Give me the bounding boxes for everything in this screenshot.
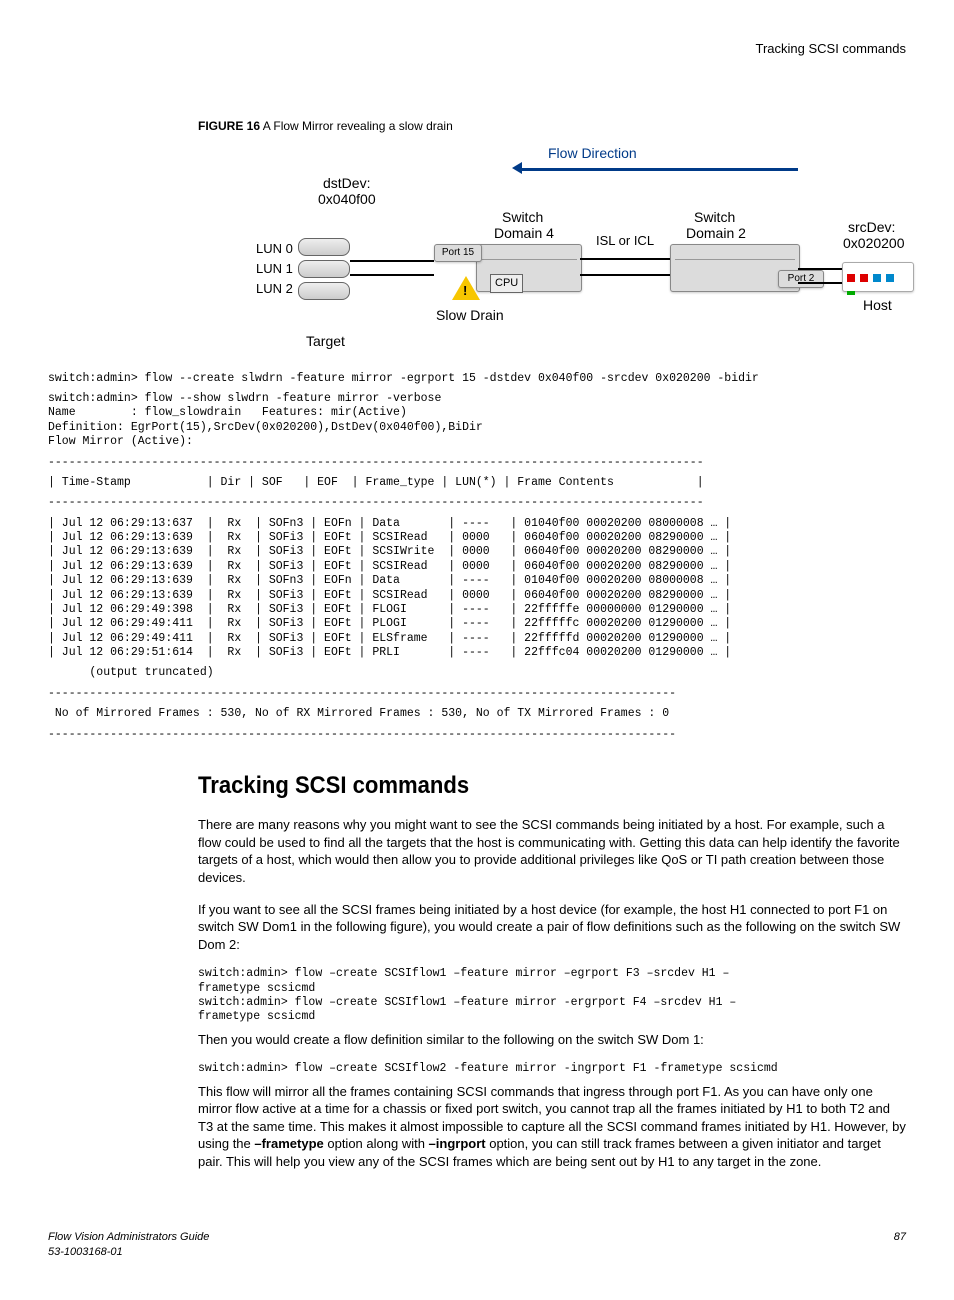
- paragraph: This flow will mirror all the frames con…: [198, 1083, 906, 1171]
- isl-arrow-bot: [580, 274, 670, 276]
- footer-docnum: 53-1003168-01: [48, 1245, 209, 1260]
- target-label: Target: [306, 332, 345, 351]
- host-box: [842, 262, 914, 292]
- host-label: Host: [863, 296, 892, 315]
- footer-title: Flow Vision Administrators Guide: [48, 1230, 209, 1245]
- table-footer-div: ----------------------------------------…: [48, 728, 906, 742]
- table-summary: No of Mirrored Frames : 530, No of RX Mi…: [48, 707, 906, 721]
- figure-caption-text: A Flow Mirror revealing a slow drain: [263, 119, 453, 133]
- option-ingrport: –ingrport: [429, 1136, 486, 1151]
- arrow-head-left-icon: [512, 162, 522, 174]
- cli-block: switch:admin> flow –create SCSIflow1 –fe…: [198, 967, 906, 1025]
- srcdev-value: 0x020200: [843, 234, 905, 253]
- warning-triangle-icon: !: [452, 276, 480, 300]
- host-arrow-top: [798, 268, 842, 270]
- lun-disk-icon: [298, 260, 350, 278]
- paragraph-text: option along with: [324, 1136, 429, 1151]
- figure-caption: FIGURE 16 A Flow Mirror revealing a slow…: [198, 118, 906, 134]
- cli-show-header: switch:admin> flow --show slwdrn -featur…: [48, 392, 906, 450]
- paragraph: If you want to see all the SCSI frames b…: [198, 901, 906, 954]
- dstdev-value: 0x040f00: [318, 190, 376, 209]
- slow-drain-label: Slow Drain: [436, 306, 504, 325]
- section-heading: Tracking SCSI commands: [198, 770, 849, 802]
- table-truncated: (output truncated): [48, 666, 906, 680]
- lun-disk-icon: [298, 282, 350, 300]
- flow-direction-arrow: [518, 168, 798, 171]
- table-footer-div: ----------------------------------------…: [48, 687, 906, 701]
- lun2-label: LUN 2: [256, 280, 293, 298]
- lun-stack: [298, 238, 350, 304]
- lun1-label: LUN 1: [256, 260, 293, 278]
- switch2-label-b: Domain 2: [686, 224, 746, 243]
- figure-label: FIGURE 16: [198, 119, 260, 133]
- option-frametype: –frametype: [254, 1136, 323, 1151]
- port15-box: Port 15: [434, 244, 482, 262]
- cli-create-command: switch:admin> flow --create slwdrn -feat…: [48, 372, 906, 386]
- lun0-label: LUN 0: [256, 240, 293, 258]
- cli-block: switch:admin> flow –create SCSIflow2 -fe…: [198, 1062, 906, 1076]
- paragraph: Then you would create a flow definition …: [198, 1031, 906, 1049]
- table-header-row: | Time-Stamp | Dir | SOF | EOF | Frame_t…: [48, 476, 906, 490]
- cpu-box: CPU: [490, 274, 523, 293]
- running-header: Tracking SCSI commands: [48, 40, 906, 58]
- port2-box: Port 2: [778, 270, 824, 288]
- lun-disk-icon: [298, 238, 350, 256]
- host-arrow-bot: [798, 282, 842, 284]
- table-rows: | Jul 12 06:29:13:637 | Rx | SOFn3 | EOF…: [48, 517, 906, 661]
- table-divider: ----------------------------------------…: [48, 496, 906, 510]
- flow-diagram: Flow Direction dstDev: 0x040f00 srcDev: …: [198, 146, 954, 366]
- table-divider: ----------------------------------------…: [48, 456, 906, 470]
- target-arrow-bot: [350, 274, 434, 276]
- isl-arrow-top: [580, 258, 670, 260]
- flow-direction-label: Flow Direction: [548, 144, 637, 163]
- isl-label: ISL or ICL: [596, 232, 654, 250]
- target-arrow-top: [350, 260, 434, 262]
- switch4-label-b: Domain 4: [494, 224, 554, 243]
- paragraph: There are many reasons why you might wan…: [198, 816, 906, 886]
